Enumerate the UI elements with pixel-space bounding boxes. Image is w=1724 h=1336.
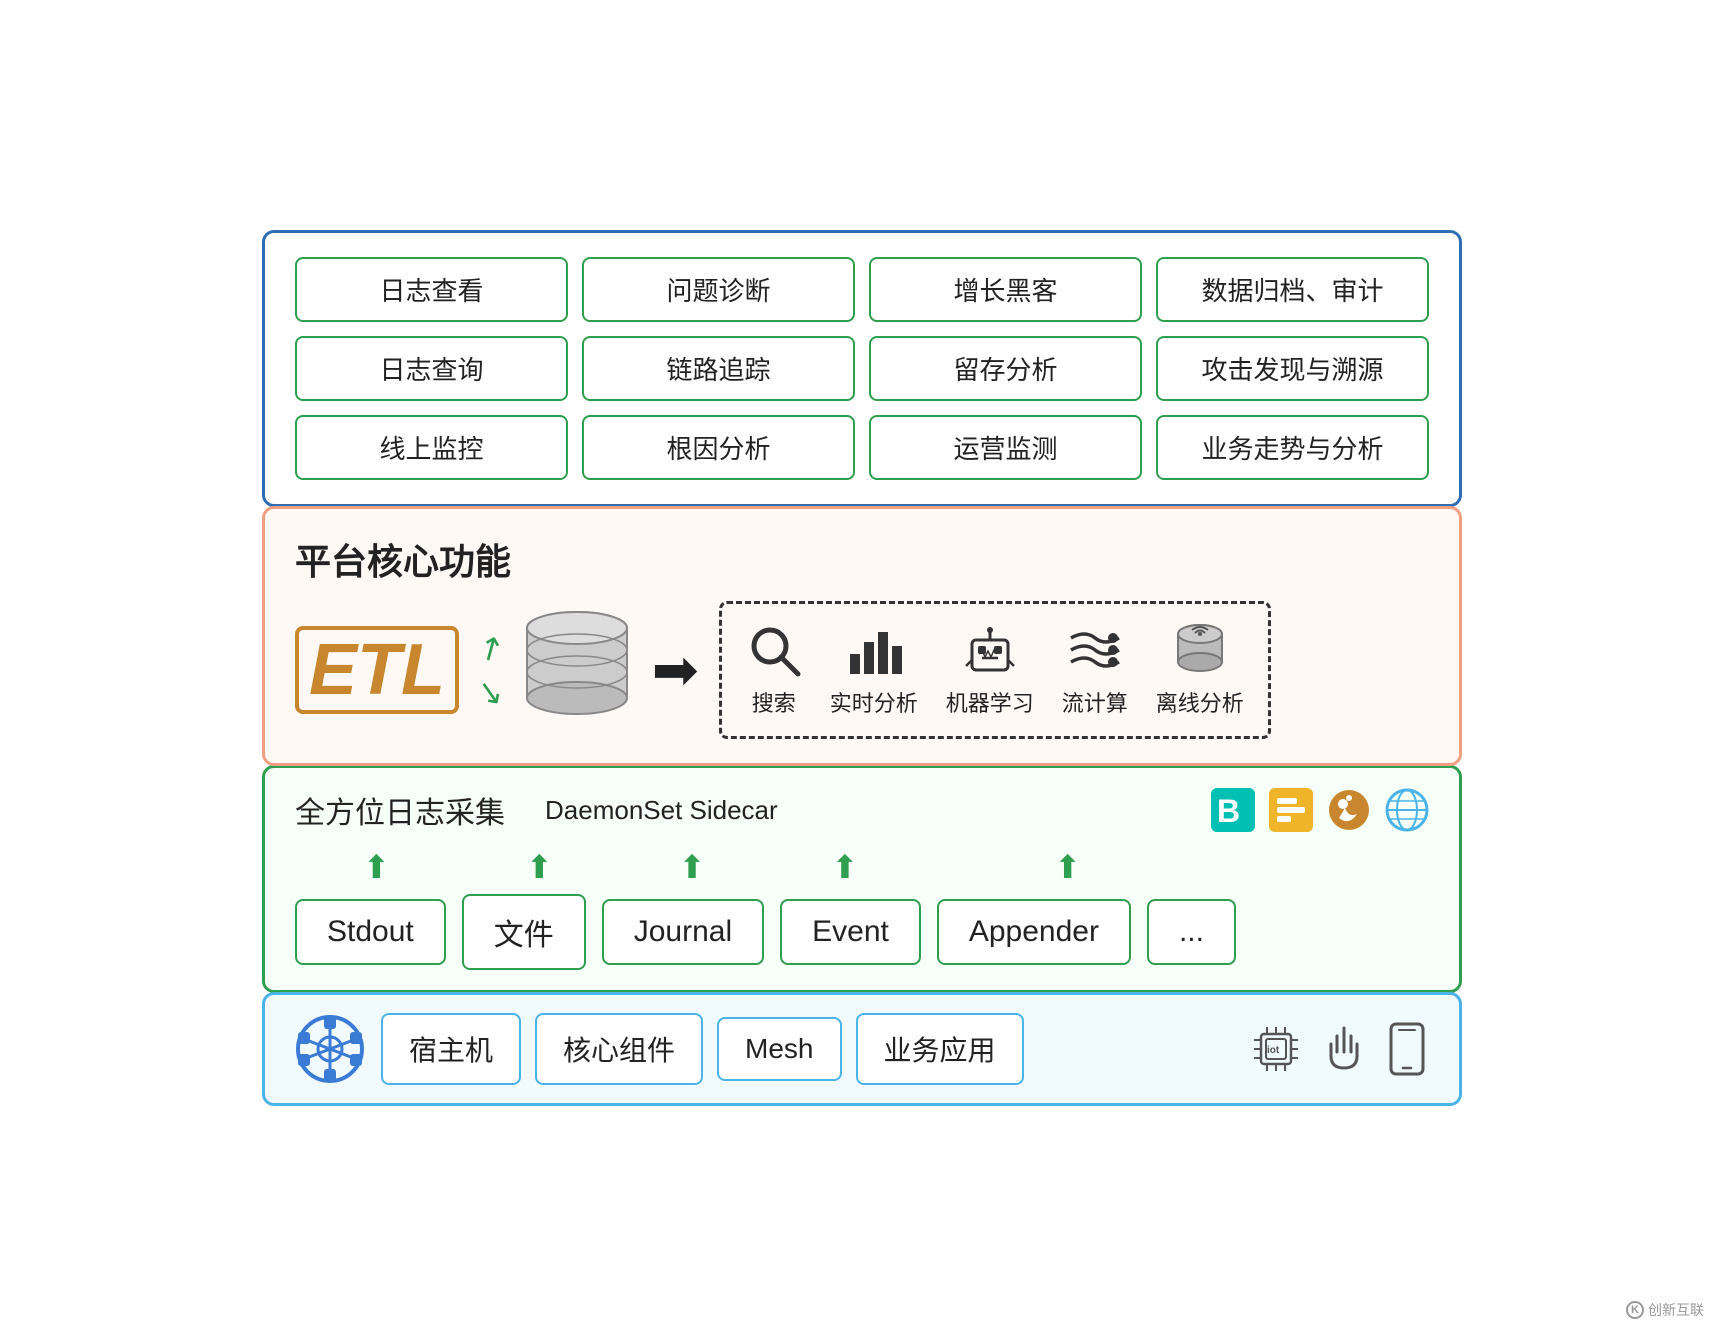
- use-case-7: 留存分析: [869, 336, 1142, 401]
- ml-capability: 机器学习: [946, 622, 1034, 718]
- stream-label: 流计算: [1062, 686, 1128, 718]
- watermark: K 创新互联: [1626, 1300, 1704, 1320]
- stream-icon: [1067, 622, 1123, 678]
- realtime-label: 实时分析: [830, 686, 918, 718]
- kubernetes-icon: [295, 1014, 365, 1084]
- log-type-more: ...: [1147, 899, 1236, 965]
- processing-icons-row: 搜索 实时分析: [746, 622, 1244, 718]
- platform-content: ETL ↗ ↘: [295, 601, 1429, 739]
- arrow-up-icon: ↗: [469, 625, 511, 671]
- use-case-3: 增长黑客: [869, 257, 1142, 322]
- offline-analysis-capability: 离线分析: [1156, 622, 1244, 718]
- source-core: 核心组件: [535, 1013, 703, 1085]
- log-collection-header: 全方位日志采集 DaemonSet Sidecar B: [295, 788, 1429, 832]
- source-biz: 业务应用: [856, 1013, 1024, 1085]
- use-case-6: 链路追踪: [582, 336, 855, 401]
- bar-chart-icon: [846, 622, 902, 678]
- globe-icon: [1385, 788, 1429, 832]
- log-arrows-row: ⬆ ⬆ ⬆ ⬆ ⬆: [295, 848, 1429, 886]
- source-host: 宿主机: [381, 1013, 521, 1085]
- iot-chip-icon: iot: [1249, 1022, 1303, 1076]
- big-right-arrow-icon: ➡: [652, 638, 699, 701]
- use-case-1: 日志查看: [295, 257, 568, 322]
- use-case-5: 日志查询: [295, 336, 568, 401]
- arrow-up-stdout: ⬆: [363, 848, 390, 886]
- arrow-up-journal: ⬆: [679, 848, 706, 886]
- processing-options-box: 搜索 实时分析: [719, 601, 1271, 739]
- fluentd-icon: [1327, 788, 1371, 832]
- arrow-down-icon: ↘: [474, 671, 507, 713]
- robot-icon: [962, 622, 1018, 678]
- log-type-file: 文件: [462, 894, 586, 970]
- offline-db-icon: [1172, 622, 1228, 678]
- database-icon: [522, 610, 632, 730]
- brand-icons-group: B: [1211, 788, 1429, 832]
- use-case-2: 问题诊断: [582, 257, 855, 322]
- platform-title: 平台核心功能: [295, 533, 1429, 585]
- source-mesh: Mesh: [717, 1017, 841, 1081]
- use-case-11: 运营监测: [869, 415, 1142, 480]
- use-cases-grid: 日志查看 问题诊断 增长黑客 数据归档、审计 日志查询 链路追踪 留存分析 攻击…: [295, 257, 1429, 480]
- log-type-appender: Appender: [937, 899, 1131, 965]
- svg-text:B: B: [1217, 793, 1240, 829]
- log-type-stdout: Stdout: [295, 899, 446, 965]
- logstash-icon: [1269, 788, 1313, 832]
- log-collection-section: 全方位日志采集 DaemonSet Sidecar B: [262, 765, 1462, 993]
- arrow-up-event: ⬆: [831, 848, 858, 886]
- daemon-sidecar-label: DaemonSet Sidecar: [545, 795, 778, 826]
- search-label: 搜索: [752, 686, 796, 718]
- search-capability: 搜索: [746, 622, 802, 718]
- watermark-text: 创新互联: [1648, 1300, 1704, 1320]
- use-case-10: 根因分析: [582, 415, 855, 480]
- arrow-up-appender: ⬆: [1054, 848, 1081, 886]
- touch-icon: [1317, 1022, 1371, 1076]
- use-case-9: 线上监控: [295, 415, 568, 480]
- main-diagram: 日志查看 问题诊断 增长黑客 数据归档、审计 日志查询 链路追踪 留存分析 攻击…: [262, 230, 1462, 1106]
- ml-label: 机器学习: [946, 686, 1034, 718]
- use-cases-section: 日志查看 问题诊断 增长黑客 数据归档、审计 日志查询 链路追踪 留存分析 攻击…: [262, 230, 1462, 507]
- beats-icon: B: [1211, 788, 1255, 832]
- sources-section: 宿主机 核心组件 Mesh 业务应用 iot: [262, 992, 1462, 1106]
- arrows-block: ↗ ↘: [477, 629, 504, 711]
- log-type-event: Event: [780, 899, 921, 965]
- etl-label: ETL: [295, 626, 459, 714]
- offline-label: 离线分析: [1156, 686, 1244, 718]
- source-items-group: 宿主机 核心组件 Mesh 业务应用: [381, 1013, 1233, 1085]
- stream-compute-capability: 流计算: [1062, 622, 1128, 718]
- big-arrow-block: ➡: [652, 637, 699, 703]
- use-case-4: 数据归档、审计: [1156, 257, 1429, 322]
- database-block: [522, 610, 632, 730]
- watermark-icon: K: [1626, 1301, 1644, 1319]
- mobile-icon: [1385, 1022, 1429, 1076]
- log-collection-title: 全方位日志采集: [295, 788, 505, 832]
- arrow-up-file: ⬆: [526, 848, 553, 886]
- iot-icons-group: iot: [1249, 1022, 1429, 1076]
- platform-core-section: 平台核心功能 ETL ↗ ↘: [262, 506, 1462, 766]
- realtime-analysis-capability: 实时分析: [830, 622, 918, 718]
- log-types-row: Stdout 文件 Journal Event Appender ...: [295, 894, 1429, 970]
- etl-text: ETL: [309, 630, 445, 710]
- svg-text:iot: iot: [1267, 1045, 1280, 1056]
- etl-block: ETL: [295, 626, 459, 714]
- search-icon: [746, 622, 802, 678]
- use-case-8: 攻击发现与溯源: [1156, 336, 1429, 401]
- log-type-journal: Journal: [602, 899, 764, 965]
- use-case-12: 业务走势与分析: [1156, 415, 1429, 480]
